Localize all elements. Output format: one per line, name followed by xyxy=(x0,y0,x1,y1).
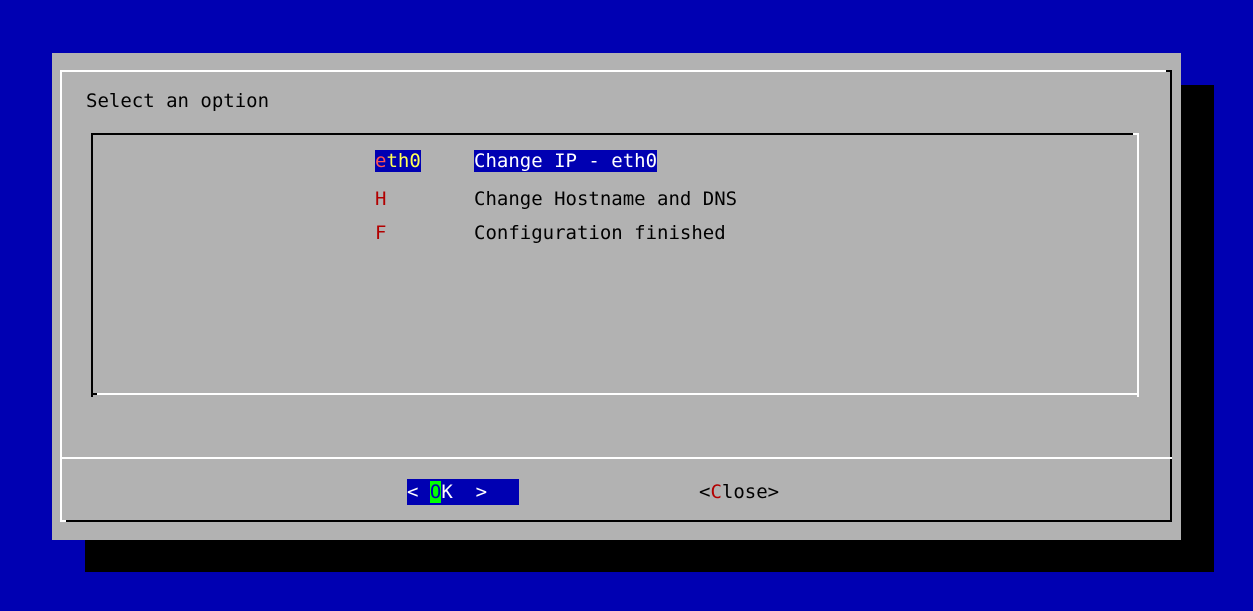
dialog-frame-right xyxy=(1170,70,1172,522)
menu-item-hostname[interactable]: H Change Hostname and DNS xyxy=(0,188,1253,210)
menu-item-tag[interactable]: F xyxy=(375,222,386,244)
menu-item-finished[interactable]: F Configuration finished xyxy=(0,222,1253,244)
dialog-frame-left xyxy=(60,70,62,522)
dialog-frame-top xyxy=(60,70,1172,72)
menu-item-hotkey: H xyxy=(375,188,387,210)
close-button-hotkey: C xyxy=(710,481,722,503)
menu-item-label[interactable]: Change IP - eth0 xyxy=(474,150,658,172)
ok-button-rest: K > xyxy=(441,481,488,503)
dialog-window xyxy=(52,53,1181,540)
dialog-frame-corner xyxy=(60,520,66,522)
menu-item-hotkey: e xyxy=(375,150,387,172)
dialog-prompt: Select an option xyxy=(86,90,270,112)
ok-button-left: < xyxy=(407,481,430,503)
menu-item-tag-rest: th0 xyxy=(386,150,421,172)
menu-box-bottom xyxy=(91,393,1139,395)
menu-item-eth0[interactable]: eth0 Change IP - eth0 xyxy=(0,150,1253,172)
button-separator xyxy=(60,457,1172,459)
menu-item-hotkey: F xyxy=(375,222,387,244)
menu-box-top xyxy=(91,133,1139,135)
ok-button-cursor: O xyxy=(429,481,442,503)
menu-box-left xyxy=(91,133,93,397)
menu-box-right xyxy=(1137,133,1139,397)
menu-item-tag[interactable]: eth0 xyxy=(375,150,421,172)
menu-item-label[interactable]: Change Hostname and DNS xyxy=(474,188,737,210)
menu-item-label[interactable]: Configuration finished xyxy=(474,222,726,244)
dialog-frame-bottom xyxy=(60,520,1172,522)
dialog-frame-corner xyxy=(1166,70,1172,72)
ok-button[interactable]: < OK > xyxy=(407,479,519,505)
close-button[interactable]: <Close> xyxy=(699,479,779,505)
close-button-rest: lose> xyxy=(721,481,780,503)
menu-item-tag[interactable]: H xyxy=(375,188,386,210)
menu-box-corner xyxy=(91,393,97,395)
close-button-left: < xyxy=(699,481,711,503)
menu-box-corner xyxy=(1133,133,1139,135)
button-separator-corner xyxy=(1166,457,1172,459)
